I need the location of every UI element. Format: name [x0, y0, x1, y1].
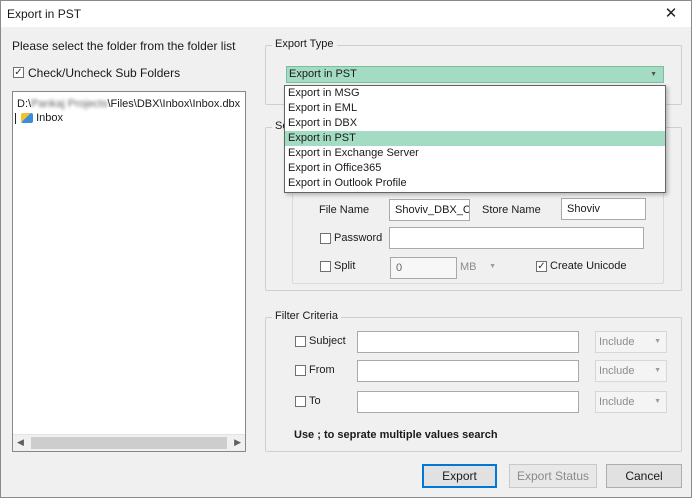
to-checkbox[interactable] — [295, 396, 306, 407]
filter-group-title: Filter Criteria — [272, 310, 341, 322]
folder-instruction: Please select the folder from the folder… — [12, 39, 236, 53]
subject-mode-select[interactable]: Include ▼ — [595, 331, 667, 353]
split-label[interactable]: Split — [334, 260, 355, 272]
close-icon[interactable]: ✕ — [651, 1, 691, 27]
split-size-input[interactable]: 0 — [390, 257, 457, 279]
split-unit-label: MB — [460, 261, 477, 273]
from-input[interactable] — [357, 360, 579, 382]
chevron-down-icon: ▼ — [654, 338, 661, 345]
tree-child-node[interactable]: Inbox — [15, 112, 63, 124]
dropdown-option-selected[interactable]: Export in PST — [285, 131, 665, 146]
unicode-label[interactable]: Create Unicode — [550, 260, 626, 272]
from-mode-value: Include — [599, 365, 635, 377]
from-checkbox[interactable] — [295, 365, 306, 376]
tree-horizontal-scrollbar[interactable]: ◀ ▶ — [13, 434, 245, 451]
split-unit-select[interactable]: MB ▼ — [457, 257, 501, 279]
password-label[interactable]: Password — [334, 232, 382, 244]
file-name-input[interactable]: Shoviv_DBX_Co — [389, 199, 470, 221]
password-checkbox[interactable] — [320, 233, 331, 244]
export-type-title: Export Type — [272, 38, 337, 50]
inbox-folder-icon — [21, 113, 34, 124]
dropdown-option[interactable]: Export in Exchange Server — [285, 146, 665, 161]
scroll-right-icon[interactable]: ▶ — [234, 437, 241, 448]
chevron-down-icon: ▼ — [654, 367, 661, 374]
file-name-label: File Name — [319, 204, 370, 216]
subject-label[interactable]: Subject — [309, 335, 346, 347]
tree-root-suffix: \Files\DBX\Inbox\Inbox.dbx — [107, 98, 241, 110]
dropdown-option[interactable]: Export in DBX — [285, 116, 665, 131]
scroll-left-icon[interactable]: ◀ — [17, 437, 24, 448]
export-type-dropdown-list[interactable]: Export in MSG Export in EML Export in DB… — [284, 85, 666, 193]
tree-root-blurred: Pankaj Projects — [31, 98, 108, 110]
dropdown-option[interactable]: Export in MSG — [285, 86, 665, 101]
chevron-down-icon: ▼ — [654, 398, 661, 405]
dropdown-option[interactable]: Export in Office365 — [285, 161, 665, 176]
from-label[interactable]: From — [309, 364, 335, 376]
export-type-select[interactable]: Export in PST ▼ — [286, 66, 664, 83]
export-dialog: Export in PST ✕ Please select the folder… — [0, 0, 692, 498]
unicode-checkbox[interactable]: ✓ — [536, 261, 547, 272]
tree-connector — [15, 112, 17, 124]
scrollbar-thumb[interactable] — [31, 437, 227, 449]
tree-root-prefix: D:\ — [17, 98, 32, 110]
unit-chevron-icon: ▼ — [489, 263, 496, 270]
subject-input[interactable] — [357, 331, 579, 353]
window-title: Export in PST — [7, 7, 82, 21]
dropdown-option[interactable]: Export in EML — [285, 101, 665, 116]
title-bar: Export in PST ✕ — [1, 1, 691, 27]
subfolder-checkbox-label[interactable]: Check/Uncheck Sub Folders — [28, 66, 180, 80]
export-type-selected: Export in PST — [289, 68, 357, 80]
to-label[interactable]: To — [309, 395, 321, 407]
store-name-input[interactable]: Shoviv — [561, 198, 646, 220]
subject-mode-value: Include — [599, 336, 635, 348]
from-mode-select[interactable]: Include ▼ — [595, 360, 667, 382]
split-checkbox[interactable] — [320, 261, 331, 272]
filter-hint: Use ; to seprate multiple values search — [294, 429, 498, 441]
subject-checkbox[interactable] — [295, 336, 306, 347]
dropdown-option[interactable]: Export in Outlook Profile — [285, 176, 665, 191]
to-mode-value: Include — [599, 396, 635, 408]
password-input[interactable] — [389, 227, 644, 249]
export-status-button[interactable]: Export Status — [509, 464, 597, 488]
subfolder-checkbox[interactable]: ✓ — [13, 67, 24, 78]
to-mode-select[interactable]: Include ▼ — [595, 391, 667, 413]
to-input[interactable] — [357, 391, 579, 413]
tree-child-label: Inbox — [36, 112, 63, 124]
tree-root-node[interactable]: D:\Pankaj Projects\Files\DBX\Inbox\Inbox… — [17, 98, 240, 110]
cancel-button[interactable]: Cancel — [606, 464, 682, 488]
folder-tree[interactable]: D:\Pankaj Projects\Files\DBX\Inbox\Inbox… — [12, 91, 246, 452]
store-name-label: Store Name — [482, 204, 541, 216]
export-button[interactable]: Export — [422, 464, 497, 488]
chevron-down-icon[interactable]: ▼ — [650, 67, 657, 82]
